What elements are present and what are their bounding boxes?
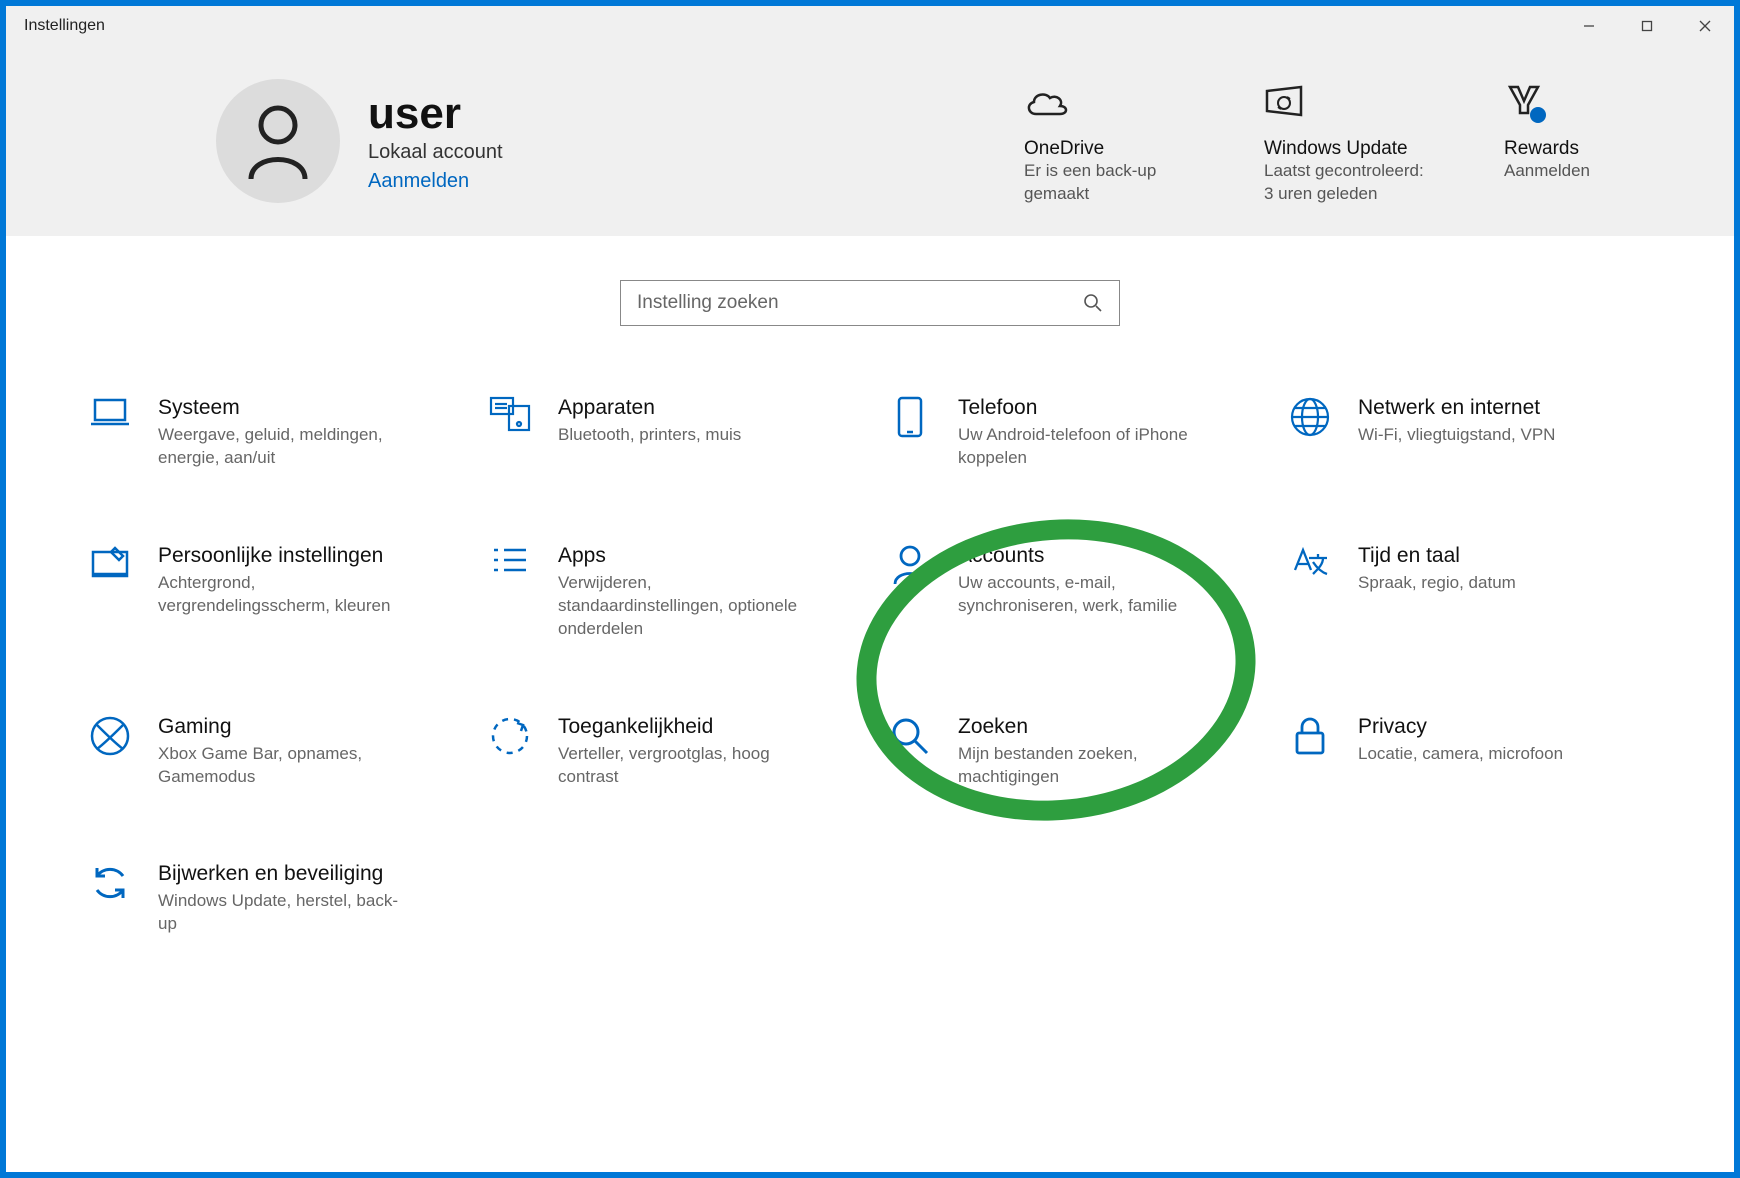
- category-sub: Mijn bestanden zoeken, machtigingen: [958, 743, 1206, 789]
- rewards-icon: [1504, 82, 1674, 124]
- category-personalization[interactable]: Persoonlijke instellingen Achtergrond, ve…: [86, 544, 406, 641]
- category-sub: Wi-Fi, vliegtuigstand, VPN: [1358, 424, 1555, 447]
- status-title: OneDrive: [1024, 138, 1194, 160]
- category-title: Accounts: [958, 544, 1206, 568]
- status-title: Rewards: [1504, 138, 1674, 160]
- user-avatar-icon: [216, 79, 340, 203]
- category-sub: Weergave, geluid, meldingen, energie, aa…: [158, 424, 406, 470]
- status-cards: OneDrive Er is een back-up gemaakt Windo…: [1024, 76, 1674, 206]
- search-icon: [1083, 293, 1103, 313]
- category-phone[interactable]: Telefoon Uw Android-telefoon of iPhone ko…: [886, 396, 1206, 470]
- category-sub: Locatie, camera, microfoon: [1358, 743, 1563, 766]
- category-title: Telefoon: [958, 396, 1206, 420]
- person-icon: [886, 544, 934, 586]
- phone-icon: [886, 396, 934, 438]
- category-update-security[interactable]: Bijwerken en beveiliging Windows Update, …: [86, 862, 406, 936]
- category-title: Toegankelijkheid: [558, 715, 806, 739]
- accessibility-icon: [486, 715, 534, 757]
- category-search[interactable]: Zoeken Mijn bestanden zoeken, machtiginge…: [886, 715, 1206, 789]
- settings-window: Instellingen user Lokaal account: [6, 6, 1734, 1172]
- status-rewards[interactable]: Rewards Aanmelden: [1504, 82, 1674, 183]
- category-title: Apparaten: [558, 396, 741, 420]
- signin-link[interactable]: Aanmelden: [368, 170, 503, 193]
- status-sub: Aanmelden: [1504, 160, 1674, 183]
- devices-icon: [486, 396, 534, 432]
- status-windows-update[interactable]: Windows Update Laatst gecontroleerd: 3 u…: [1264, 82, 1434, 206]
- globe-icon: [1286, 396, 1334, 438]
- update-icon: [1264, 82, 1434, 124]
- category-privacy[interactable]: Privacy Locatie, camera, microfoon: [1286, 715, 1606, 789]
- category-sub: Verteller, vergrootglas, hoog contrast: [558, 743, 806, 789]
- category-title: Privacy: [1358, 715, 1563, 739]
- category-title: Netwerk en internet: [1358, 396, 1555, 420]
- category-sub: Bluetooth, printers, muis: [558, 424, 741, 447]
- search-row: Instelling zoeken: [6, 236, 1734, 336]
- user-name: user: [368, 89, 503, 139]
- user-block: user Lokaal account Aanmelden: [216, 76, 974, 206]
- category-time-language[interactable]: Tijd en taal Spraak, regio, datum: [1286, 544, 1606, 641]
- category-title: Bijwerken en beveiliging: [158, 862, 406, 886]
- category-sub: Verwijderen, standaardinstellingen, opti…: [558, 572, 806, 641]
- category-sub: Uw Android-telefoon of iPhone koppelen: [958, 424, 1206, 470]
- category-network[interactable]: Netwerk en internet Wi-Fi, vliegtuigstand…: [1286, 396, 1606, 470]
- search-icon: [886, 715, 934, 757]
- category-title: Systeem: [158, 396, 406, 420]
- sync-icon: [86, 862, 134, 904]
- search-input[interactable]: Instelling zoeken: [620, 280, 1120, 326]
- search-placeholder: Instelling zoeken: [637, 292, 1083, 314]
- category-sub: Achtergrond, vergrendelingsscherm, kleur…: [158, 572, 406, 618]
- account-type: Lokaal account: [368, 141, 503, 164]
- language-icon: [1286, 544, 1334, 582]
- status-sub: Laatst gecontroleerd: 3 uren geleden: [1264, 160, 1434, 206]
- category-ease-of-access[interactable]: Toegankelijkheid Verteller, vergrootglas,…: [486, 715, 806, 789]
- window-title: Instellingen: [24, 17, 105, 35]
- maximize-button[interactable]: [1618, 6, 1676, 46]
- list-icon: [486, 544, 534, 578]
- category-title: Zoeken: [958, 715, 1206, 739]
- minimize-button[interactable]: [1560, 6, 1618, 46]
- category-sub: Spraak, regio, datum: [1358, 572, 1516, 595]
- close-button[interactable]: [1676, 6, 1734, 46]
- categories-grid: Systeem Weergave, geluid, meldingen, ener…: [6, 336, 1734, 936]
- category-system[interactable]: Systeem Weergave, geluid, meldingen, ener…: [86, 396, 406, 470]
- category-title: Apps: [558, 544, 806, 568]
- lock-icon: [1286, 715, 1334, 757]
- header: user Lokaal account Aanmelden OneDrive E…: [6, 46, 1734, 236]
- category-title: Persoonlijke instellingen: [158, 544, 406, 568]
- paint-icon: [86, 544, 134, 580]
- category-sub: Uw accounts, e-mail, synchroniseren, wer…: [958, 572, 1206, 618]
- category-title: Tijd en taal: [1358, 544, 1516, 568]
- category-devices[interactable]: Apparaten Bluetooth, printers, muis: [486, 396, 806, 470]
- titlebar: Instellingen: [6, 6, 1734, 46]
- category-apps[interactable]: Apps Verwijderen, standaardinstellingen, …: [486, 544, 806, 641]
- category-sub: Windows Update, herstel, back-up: [158, 890, 406, 936]
- category-title: Gaming: [158, 715, 406, 739]
- status-sub: Er is een back-up gemaakt: [1024, 160, 1194, 206]
- category-gaming[interactable]: Gaming Xbox Game Bar, opnames, Gamemodus: [86, 715, 406, 789]
- xbox-icon: [86, 715, 134, 757]
- category-sub: Xbox Game Bar, opnames, Gamemodus: [158, 743, 406, 789]
- window-controls: [1560, 6, 1734, 46]
- category-accounts[interactable]: Accounts Uw accounts, e-mail, synchronise…: [886, 544, 1206, 641]
- status-title: Windows Update: [1264, 138, 1434, 160]
- laptop-icon: [86, 396, 134, 430]
- status-onedrive[interactable]: OneDrive Er is een back-up gemaakt: [1024, 82, 1194, 206]
- cloud-icon: [1024, 82, 1194, 124]
